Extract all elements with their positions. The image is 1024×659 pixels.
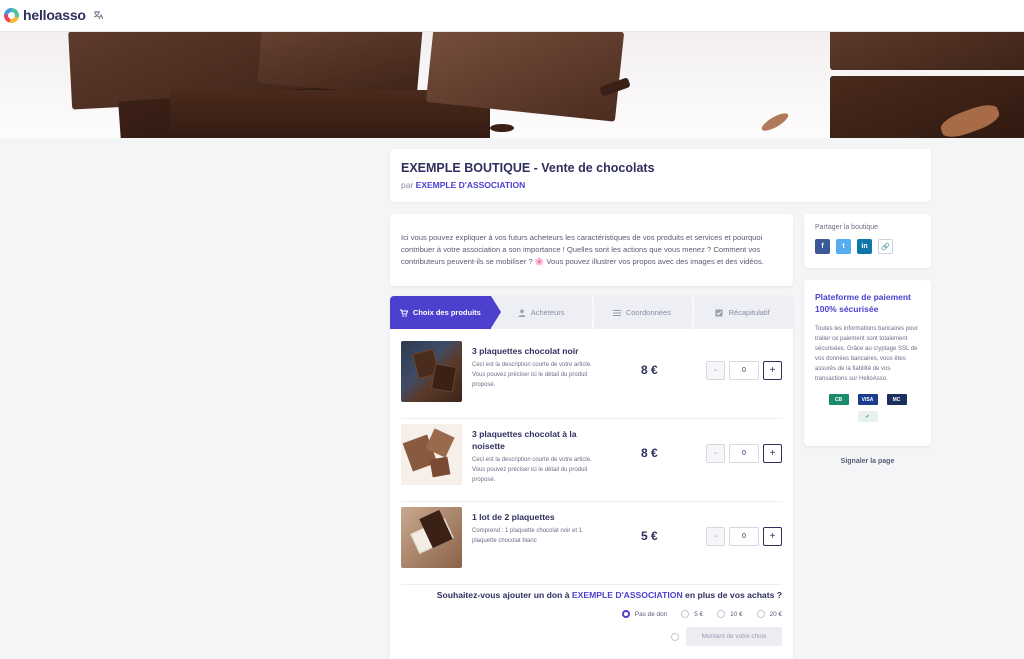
step-label: Acheteurs [530,308,565,317]
option-label: 20 € [769,610,782,618]
list-icon [612,309,621,316]
product-price: 5 € [641,529,658,543]
quantity-input[interactable]: 0 [729,444,759,463]
logo-mark-icon [4,7,19,23]
step-contact-details[interactable]: Coordonnées [592,296,695,329]
cb-card-icon: CB [828,394,849,405]
secure-text: Toutes les informations bancaires pour t… [815,326,918,382]
share-card: Partager la boutique f t in 🔗 [804,214,931,268]
radio[interactable] [756,610,765,618]
organizer-link[interactable]: EXEMPLE D'ASSOCIATION [416,180,526,190]
quantity-stepper: - 0 + [706,444,782,463]
donation-option-none[interactable]: Pas de don [621,610,668,618]
checkout-steps: Choix des produits Acheteurs Coordonnées… [390,296,793,329]
donation-options: Pas de don 5 € 10 € 20 € [401,610,782,618]
product-description: Ceci est la description courte de votre … [472,457,592,483]
radio[interactable] [681,610,690,618]
product-price: 8 € [641,446,658,460]
increment-button[interactable]: + [763,444,782,463]
top-bar: helloasso [0,0,1024,32]
organizer-prefix: par [401,180,414,190]
decrement-button[interactable]: - [706,444,725,463]
product-name: 1 lot de 2 plaquettes [472,512,555,522]
option-label: Pas de don [634,610,668,618]
product-image [401,341,462,402]
campaign-title-card: EXEMPLE BOUTIQUE - Vente de chocolats pa… [390,149,931,202]
page-title: EXEMPLE BOUTIQUE - Vente de chocolats [401,161,655,175]
product-name: 3 plaquettes chocolat noir [472,346,579,356]
quantity-input[interactable]: 0 [729,361,759,380]
increment-button[interactable]: + [763,527,782,546]
checklist-icon [715,309,723,316]
share-buttons: f t in 🔗 [815,239,920,254]
quantity-stepper: - 0 + [706,527,782,546]
product-item: 1 lot de 2 plaquettes Comprend : 1 plaqu… [401,502,782,585]
step-summary[interactable]: Récapitulatif [692,296,793,329]
linkedin-icon[interactable]: in [857,239,872,254]
facebook-icon[interactable]: f [815,239,830,254]
custom-donation-row: Montant de votre choix [401,627,782,646]
decrement-button[interactable]: - [706,527,725,546]
product-item: 3 plaquettes chocolat noir Ceci est la d… [401,336,782,419]
report-page-link[interactable]: Signaler la page [804,458,931,465]
increment-button[interactable]: + [763,361,782,380]
donation-option-10[interactable]: 10 € [717,610,743,618]
logo-text: helloasso [23,7,86,23]
payment-logos: CB VISA MC [815,394,920,405]
donation-option-5[interactable]: 5 € [681,610,703,618]
step-label: Choix des produits [412,308,481,317]
step-product-choice[interactable]: Choix des produits [390,296,501,329]
secure-title: Plateforme de paiement 100% sécurisée [815,292,911,314]
product-price: 8 € [641,363,658,377]
radio-selected[interactable] [621,610,630,618]
product-image [401,507,462,568]
option-label: 5 € [694,610,704,618]
option-label: 10 € [730,610,743,618]
product-description: Comprend : 1 plaquette chocolat noir et … [472,528,583,544]
radio[interactable] [671,632,679,641]
quantity-stepper: - 0 + [706,361,782,380]
mastercard-icon: MC [886,394,907,405]
product-description: Ceci est la description courte de votre … [472,362,592,388]
quantity-input[interactable]: 0 [729,527,759,546]
donation-option-20[interactable]: 20 € [756,610,782,618]
donation-org: EXEMPLE D'ASSOCIATION [571,590,683,600]
cart-icon [399,309,408,317]
step-buyers[interactable]: Acheteurs [491,296,594,329]
product-image [401,424,462,485]
link-icon[interactable]: 🔗 [878,239,893,254]
twitter-icon[interactable]: t [836,239,851,254]
secure-payment-card: Plateforme de paiement 100% sécurisée To… [804,280,931,446]
description-card: Ici vous pouvez expliquer à vos futurs a… [390,214,793,286]
donation-question: Souhaitez-vous ajouter un don à EXEMPLE … [401,590,782,600]
step-label: Récapitulatif [728,308,770,317]
ssl-badge-icon: ✓ [857,411,878,422]
user-icon [518,309,526,317]
donation-question-suffix: en plus de vos achats ? [685,590,782,600]
donation-section: Souhaitez-vous ajouter un don à EXEMPLE … [401,590,782,646]
shop-form-card: Choix des produits Acheteurs Coordonnées… [390,296,793,659]
campaign-banner [0,32,1024,138]
custom-amount-input[interactable]: Montant de votre choix [686,627,782,646]
decrement-button[interactable]: - [706,361,725,380]
share-title: Partager la boutique [815,224,879,231]
translate-icon[interactable] [93,10,103,20]
organizer-line: par EXEMPLE D'ASSOCIATION [401,180,920,190]
donation-question-prefix: Souhaitez-vous ajouter un don à [436,590,570,600]
product-item: 3 plaquettes chocolat à la noisette Ceci… [401,419,782,502]
product-name: 3 plaquettes chocolat à la noisette [472,429,577,451]
radio[interactable] [717,610,726,618]
visa-card-icon: VISA [857,394,878,405]
helloasso-logo[interactable]: helloasso [4,7,86,23]
step-label: Coordonnées [625,308,671,317]
campaign-description: Ici vous pouvez expliquer à vos futurs a… [401,233,764,266]
